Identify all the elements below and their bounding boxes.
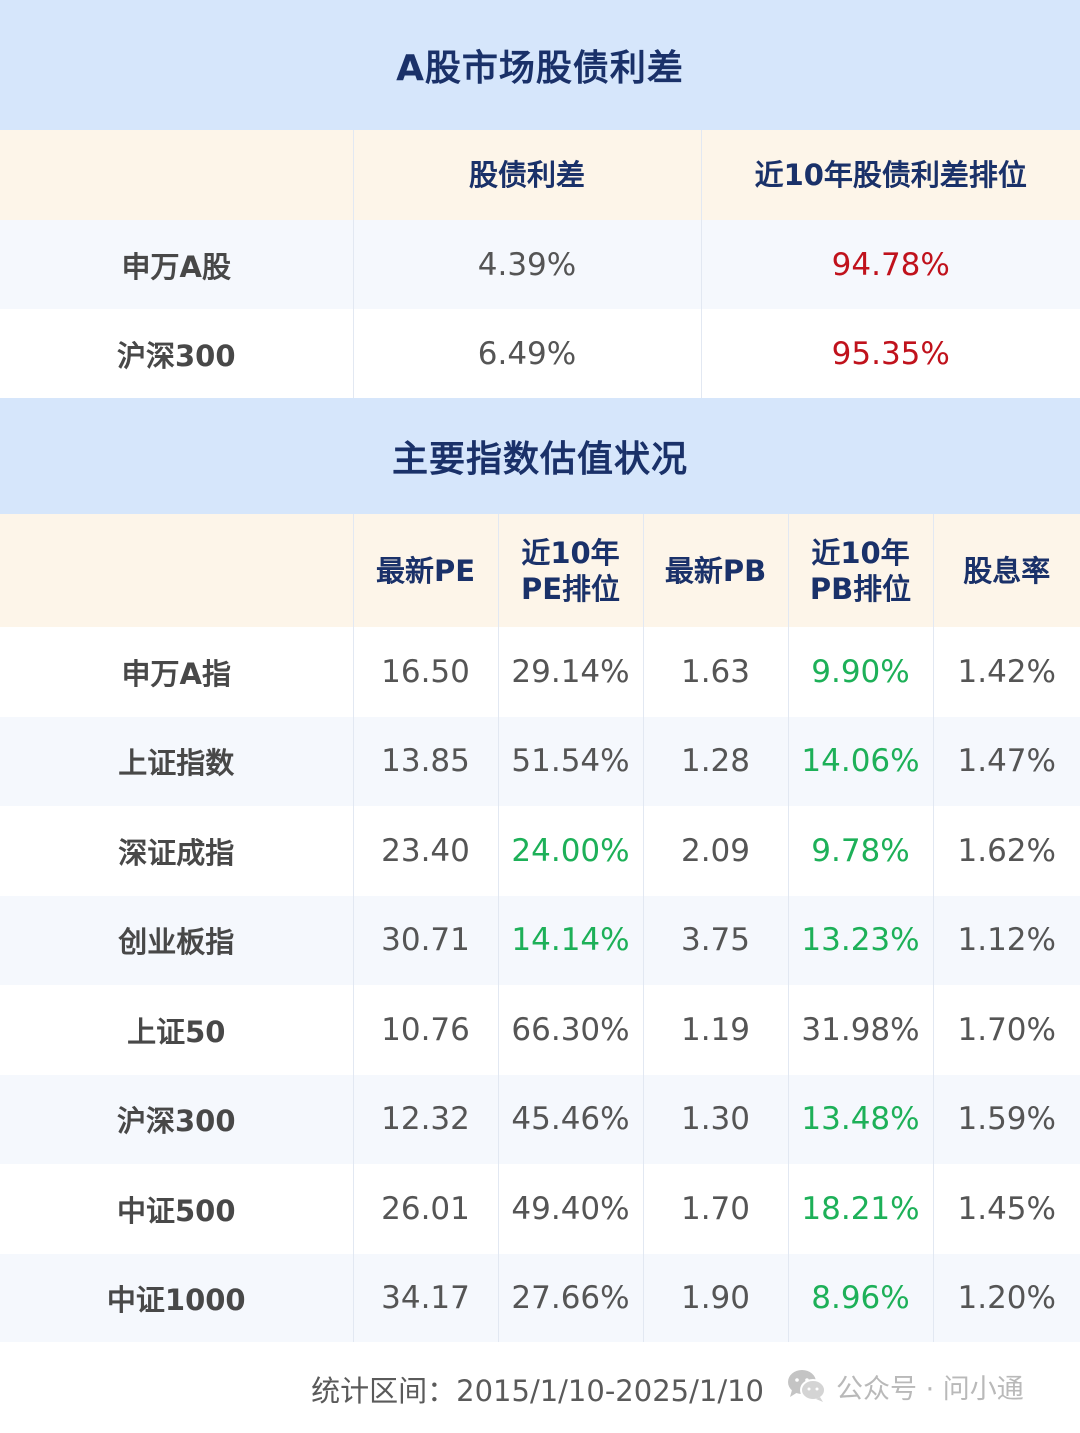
row-label: 深证成指 [0,806,354,896]
header-pe-rank: 近10年 PE排位 [498,514,644,627]
latest-pe-value: 23.40 [353,806,499,896]
latest-pe-value: 12.32 [353,1074,499,1164]
table-row: 中证1000 34.17 27.66% 1.90 8.96% 1.20% [0,1253,1080,1343]
dividend-yield-value: 1.45% [957,1190,1056,1227]
valuation-report: A股市场股债利差 股债利差 近10年股债利差排位 申万A股 4.39% 94.7… [0,0,1080,1433]
valuation-header-row: 最新PE 近10年 PE排位 最新PB 近10年 PB排位 股息率 [0,514,1080,627]
valuation-table: 最新PE 近10年 PE排位 最新PB 近10年 PB排位 股息率 申万A指 16… [0,514,1080,1343]
spread-table: 股债利差 近10年股债利差排位 申万A股 4.39% 94.78% 沪深300 … [0,130,1080,398]
row-label: 创业板指 [0,895,354,985]
spread-header-row: 股债利差 近10年股债利差排位 [0,130,1080,220]
latest-pb-value: 1.19 [643,985,789,1075]
spread-header-spread: 股债利差 [353,130,702,220]
table-row: 申万A股 4.39% 94.78% [0,220,1080,309]
spread-rank-value: 95.35% [831,335,950,372]
table-row: 上证指数 13.85 51.54% 1.28 14.06% 1.47% [0,716,1080,806]
table-row: 申万A指 16.50 29.14% 1.63 9.90% 1.42% [0,627,1080,717]
latest-pb-value: 1.90 [643,1253,789,1343]
pe-rank-value: 66.30% [498,985,644,1075]
header-pb-rank: 近10年 PB排位 [788,514,934,627]
dividend-yield-value: 1.62% [957,832,1056,869]
pe-rank-value: 51.54% [498,716,644,806]
row-label: 沪深300 [0,1074,354,1164]
table-row: 创业板指 30.71 14.14% 3.75 13.23% 1.12% [0,895,1080,985]
latest-pe-value: 16.50 [353,627,499,717]
pb-rank-value: 14.06% [788,716,934,806]
table-row: 中证500 26.01 49.40% 1.70 18.21% 1.45% [0,1164,1080,1254]
latest-pe-value: 10.76 [353,985,499,1075]
pb-rank-value: 9.78% [788,806,934,896]
spread-value: 6.49% [353,309,702,398]
spread-header-rank: 近10年股债利差排位 [754,158,1027,192]
dividend-yield-value: 1.70% [957,1011,1056,1048]
table-row: 上证50 10.76 66.30% 1.19 31.98% 1.70% [0,985,1080,1075]
latest-pe-value: 30.71 [353,895,499,985]
row-label: 申万A指 [0,627,354,717]
row-label: 中证500 [0,1164,354,1254]
header-pb-rank-line1: 近10年 [811,535,910,570]
spread-header-empty [0,130,354,220]
header-dividend-yield: 股息率 [963,553,1051,588]
header-pb-rank-line2: PB排位 [809,571,912,606]
wechat-icon [788,1370,826,1402]
pb-rank-value: 31.98% [788,985,934,1075]
latest-pb-value: 1.63 [643,627,789,717]
footer: 统计区间：2015/1/10-2025/1/10 公众号 · 问小通 [0,1342,1080,1433]
row-label: 中证1000 [0,1253,354,1343]
row-label: 沪深300 [0,309,354,398]
pe-rank-value: 24.00% [498,806,644,896]
dividend-yield-value: 1.12% [957,922,1056,959]
latest-pb-value: 1.30 [643,1074,789,1164]
dividend-yield-value: 1.20% [957,1280,1056,1317]
table-row: 沪深300 6.49% 95.35% [0,309,1080,398]
latest-pe-value: 13.85 [353,716,499,806]
spread-value: 4.39% [353,220,702,309]
pb-rank-value: 8.96% [788,1253,934,1343]
watermark: 公众号 · 问小通 [786,1364,1024,1408]
latest-pb-value: 2.09 [643,806,789,896]
spread-section-title: A股市场股债利差 [0,0,1080,130]
latest-pb-value: 3.75 [643,895,789,985]
dividend-yield-value: 1.42% [957,653,1056,690]
statistics-period: 统计区间：2015/1/10-2025/1/10 [311,1374,764,1408]
header-latest-pb: 最新PB [643,514,789,627]
pe-rank-value: 45.46% [498,1074,644,1164]
watermark-text: 公众号 · 问小通 [836,1373,1024,1405]
header-pe-rank-line1: 近10年 [521,535,620,570]
valuation-section-title: 主要指数估值状况 [0,398,1080,514]
pe-rank-value: 29.14% [498,627,644,717]
row-label: 上证50 [0,985,354,1075]
row-label: 申万A股 [0,220,354,309]
pe-rank-value: 49.40% [498,1164,644,1254]
latest-pe-value: 26.01 [353,1164,499,1254]
pe-rank-value: 14.14% [498,895,644,985]
pb-rank-value: 13.23% [788,895,934,985]
latest-pb-value: 1.28 [643,716,789,806]
spread-rank-value: 94.78% [831,246,950,283]
pb-rank-value: 9.90% [788,627,934,717]
header-latest-pe: 最新PE [353,514,499,627]
row-label: 上证指数 [0,716,354,806]
pe-rank-value: 27.66% [498,1253,644,1343]
dividend-yield-value: 1.47% [957,743,1056,780]
pb-rank-value: 18.21% [788,1164,934,1254]
table-row: 深证成指 23.40 24.00% 2.09 9.78% 1.62% [0,806,1080,896]
pb-rank-value: 13.48% [788,1074,934,1164]
valuation-header-empty [0,514,354,627]
table-row: 沪深300 12.32 45.46% 1.30 13.48% 1.59% [0,1074,1080,1164]
dividend-yield-value: 1.59% [957,1101,1056,1138]
header-pe-rank-line2: PE排位 [520,571,621,606]
latest-pe-value: 34.17 [353,1253,499,1343]
latest-pb-value: 1.70 [643,1164,789,1254]
